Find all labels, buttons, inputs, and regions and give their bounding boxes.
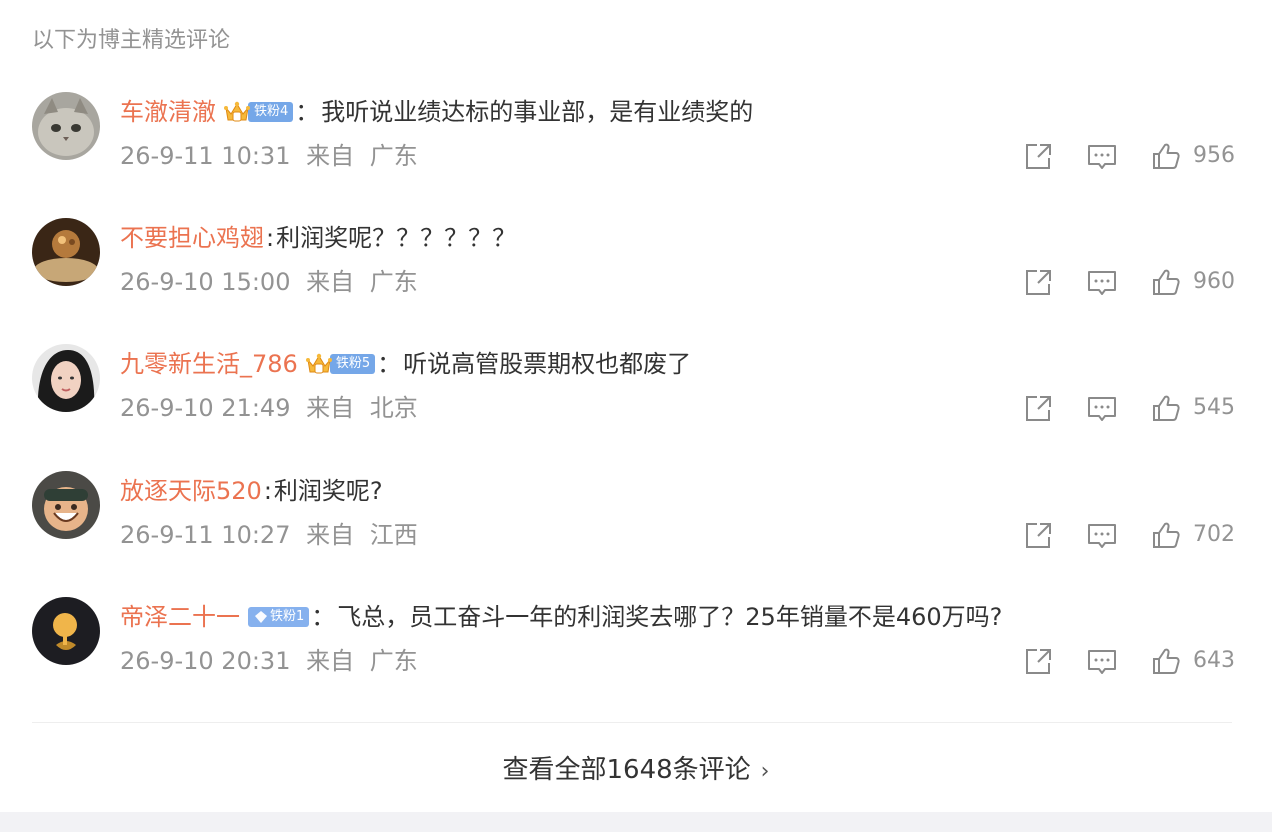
like-count: 702	[1193, 522, 1235, 547]
comment-username[interactable]: 九零新生活_786	[120, 348, 298, 380]
footer-band	[0, 812, 1272, 832]
colon-separator: ：	[295, 98, 320, 126]
reply-comment-icon[interactable]	[1087, 647, 1117, 677]
comment-time: 26-9-10 20:31	[120, 647, 291, 675]
comment-location: 广东	[369, 142, 418, 170]
like-thumb-icon[interactable]	[1151, 520, 1181, 550]
comment-item: 放逐天际520 : 利润奖呢? 26-9-11 10:27 来自 江西 702	[0, 471, 1272, 597]
comment-meta: 26-9-10 20:31 来自 广东	[120, 645, 418, 677]
comment-meta: 26-9-11 10:31 来自 广东	[120, 140, 418, 172]
comment-location: 广东	[369, 647, 418, 675]
colon-separator: ：	[377, 350, 402, 378]
fan-badge[interactable]: 铁粉4	[224, 100, 294, 124]
comment-meta: 26-9-10 21:49 来自 北京	[120, 392, 418, 424]
comment-time: 26-9-10 21:49	[120, 394, 291, 422]
colon-separator: :	[263, 477, 272, 505]
chevron-right-icon: ›	[760, 759, 770, 784]
comment-item: 九零新生活_786 铁粉5 ： 听说高管股票期权也都废了 26-9-10 21:…	[0, 344, 1272, 470]
user-avatar[interactable]	[32, 92, 100, 160]
comment-text: 我听说业绩达标的事业部，是有业绩奖的	[321, 98, 754, 126]
comment-username[interactable]: 车澈清澈	[120, 96, 216, 128]
colon-separator: :	[266, 224, 275, 252]
colon-separator: ：	[311, 603, 336, 631]
comment-item: 帝泽二十一 铁粉1 ： 飞总，员工奋斗一年的利润奖去哪了？25年销量不是460万…	[0, 597, 1272, 723]
share-icon[interactable]	[1023, 647, 1053, 677]
share-icon[interactable]	[1023, 142, 1053, 172]
comment-item: 不要担心鸡翅 : 利润奖呢？？？？？？ 26-9-10 15:00 来自 广东 …	[0, 218, 1272, 344]
fan-badge-label: 铁粉5	[329, 354, 376, 374]
comment-meta: 26-9-11 10:27 来自 江西	[120, 519, 418, 551]
user-avatar[interactable]	[32, 218, 100, 286]
comment-text: 利润奖呢?	[273, 477, 383, 505]
crown-icon	[224, 100, 250, 124]
comment-username[interactable]: 帝泽二十一	[120, 601, 240, 633]
like-thumb-icon[interactable]	[1151, 393, 1181, 423]
like-thumb-icon[interactable]	[1151, 141, 1181, 171]
comment-from: 来自	[306, 142, 355, 170]
share-icon[interactable]	[1023, 521, 1053, 551]
fan-badge-label: 铁粉4	[248, 102, 294, 122]
section-title: 以下为博主精选评论	[32, 28, 231, 53]
user-avatar[interactable]	[32, 597, 100, 665]
comment-username[interactable]: 不要担心鸡翅	[120, 222, 264, 254]
comment-time: 26-9-11 10:31	[120, 142, 291, 170]
share-icon[interactable]	[1023, 268, 1053, 298]
comment-text: 听说高管股票期权也都废了	[403, 350, 692, 378]
like-count: 956	[1193, 143, 1235, 168]
comment-location: 广东	[369, 268, 418, 296]
comment-meta: 26-9-10 15:00 来自 广东	[120, 266, 418, 298]
comment-location: 北京	[369, 394, 418, 422]
comment-item: 车澈清澈 铁粉4 ： 我听说业绩达标的事业部，是有业绩奖的 26-9-11 10…	[0, 92, 1272, 218]
fan-badge-label: 铁粉1	[270, 609, 305, 624]
comment-time: 26-9-10 15:00	[120, 268, 291, 296]
like-count: 545	[1193, 395, 1235, 420]
like-count: 960	[1193, 269, 1235, 294]
view-all-label: 查看全部1648条评论	[502, 755, 751, 785]
share-icon[interactable]	[1023, 394, 1053, 424]
user-avatar[interactable]	[32, 471, 100, 539]
view-all-comments-link[interactable]: 查看全部1648条评论 ›	[0, 752, 1272, 790]
reply-comment-icon[interactable]	[1087, 142, 1117, 172]
fan-badge[interactable]: 铁粉1	[248, 606, 310, 628]
comment-from: 来自	[306, 268, 355, 296]
comment-location: 江西	[369, 521, 418, 549]
divider	[32, 722, 1232, 723]
comment-text: 利润奖呢？？？？？？	[276, 224, 517, 252]
reply-comment-icon[interactable]	[1087, 268, 1117, 298]
like-thumb-icon[interactable]	[1151, 646, 1181, 676]
like-thumb-icon[interactable]	[1151, 267, 1181, 297]
comment-text: 飞总，员工奋斗一年的利润奖去哪了？25年销量不是460万吗?	[337, 603, 1003, 631]
comment-username[interactable]: 放逐天际520	[120, 475, 262, 507]
like-count: 643	[1193, 648, 1235, 673]
fan-badge[interactable]: 铁粉5	[305, 352, 376, 376]
user-avatar[interactable]	[32, 344, 100, 412]
reply-comment-icon[interactable]	[1087, 394, 1117, 424]
comment-time: 26-9-11 10:27	[120, 521, 291, 549]
comment-from: 来自	[306, 394, 355, 422]
crown-icon	[305, 352, 332, 376]
comment-from: 来自	[306, 521, 355, 549]
diamond-icon	[254, 610, 268, 624]
reply-comment-icon[interactable]	[1087, 521, 1117, 551]
comment-from: 来自	[306, 647, 355, 675]
